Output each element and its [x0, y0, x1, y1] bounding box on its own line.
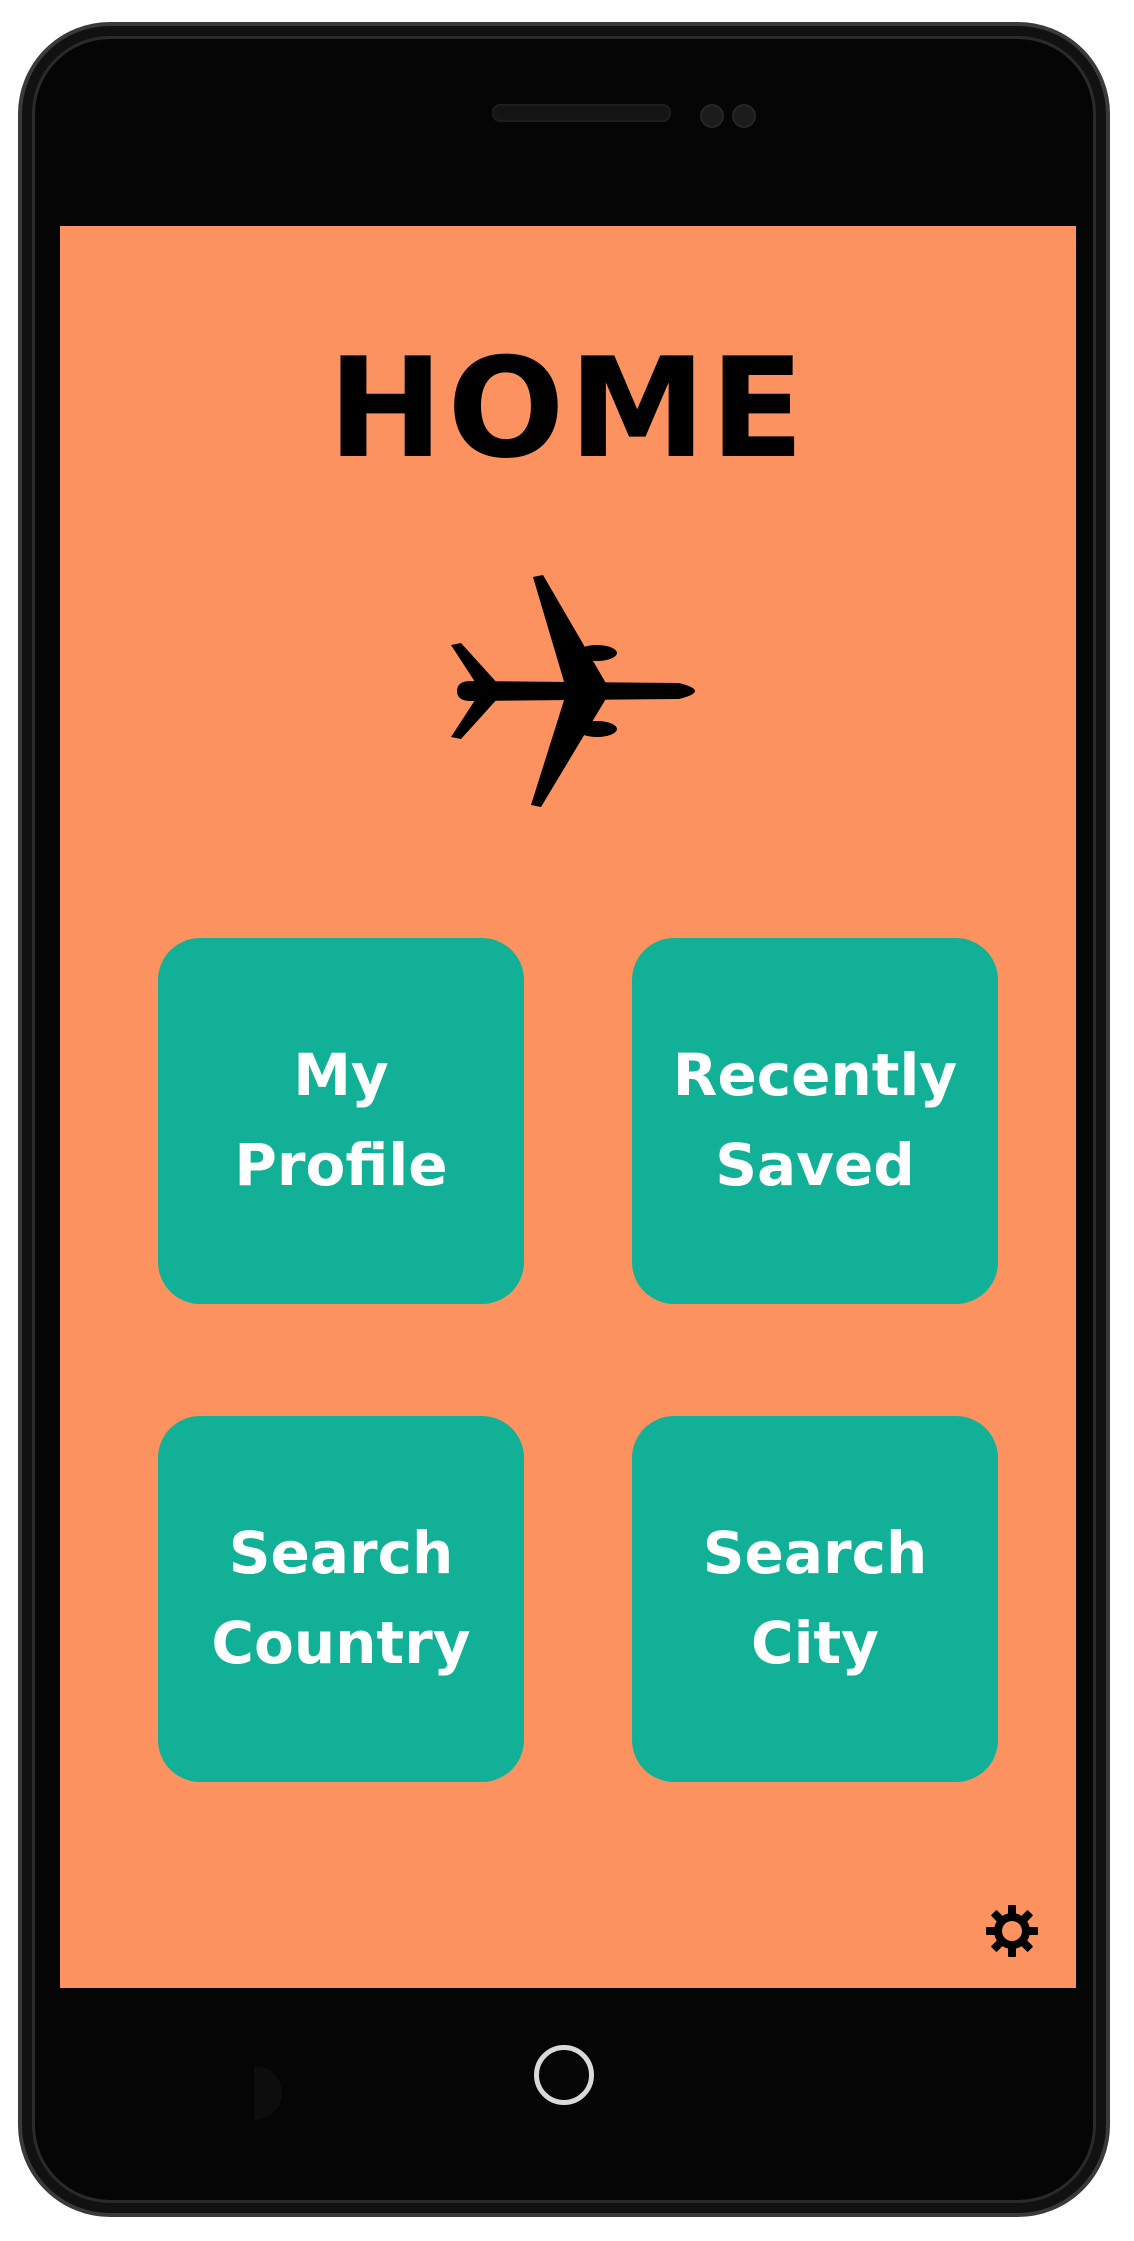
front-sensor [700, 104, 724, 128]
my-profile-button[interactable]: My Profile [158, 938, 524, 1304]
tile-label-line1: Search [702, 1519, 928, 1588]
tile-label-line1: Recently [672, 1041, 958, 1110]
search-city-button[interactable]: Search City [632, 1416, 998, 1782]
tile-label-line1: My [293, 1041, 389, 1110]
search-country-button[interactable]: Search Country [158, 1416, 524, 1782]
circle-home-icon[interactable] [534, 2045, 594, 2105]
tile-label-line2: Profile [234, 1131, 448, 1199]
tile-label-line2: Country [211, 1609, 471, 1677]
tile-label-line2: Saved [715, 1131, 915, 1199]
tile-label-line2: City [751, 1609, 879, 1677]
phone-frame: HOME My Profile Recently Saved Search Co… [18, 22, 1110, 2217]
recently-saved-button[interactable]: Recently Saved [632, 938, 998, 1304]
page-title: HOME [327, 328, 809, 489]
tile-label-line1: Search [228, 1519, 454, 1588]
earpiece-speaker [492, 104, 671, 122]
app-screen: HOME My Profile Recently Saved Search Co… [60, 226, 1076, 1988]
airplane-icon [451, 575, 695, 807]
back-sensor [254, 2066, 282, 2120]
front-camera [732, 104, 756, 128]
gear-icon[interactable] [982, 1901, 1042, 1961]
